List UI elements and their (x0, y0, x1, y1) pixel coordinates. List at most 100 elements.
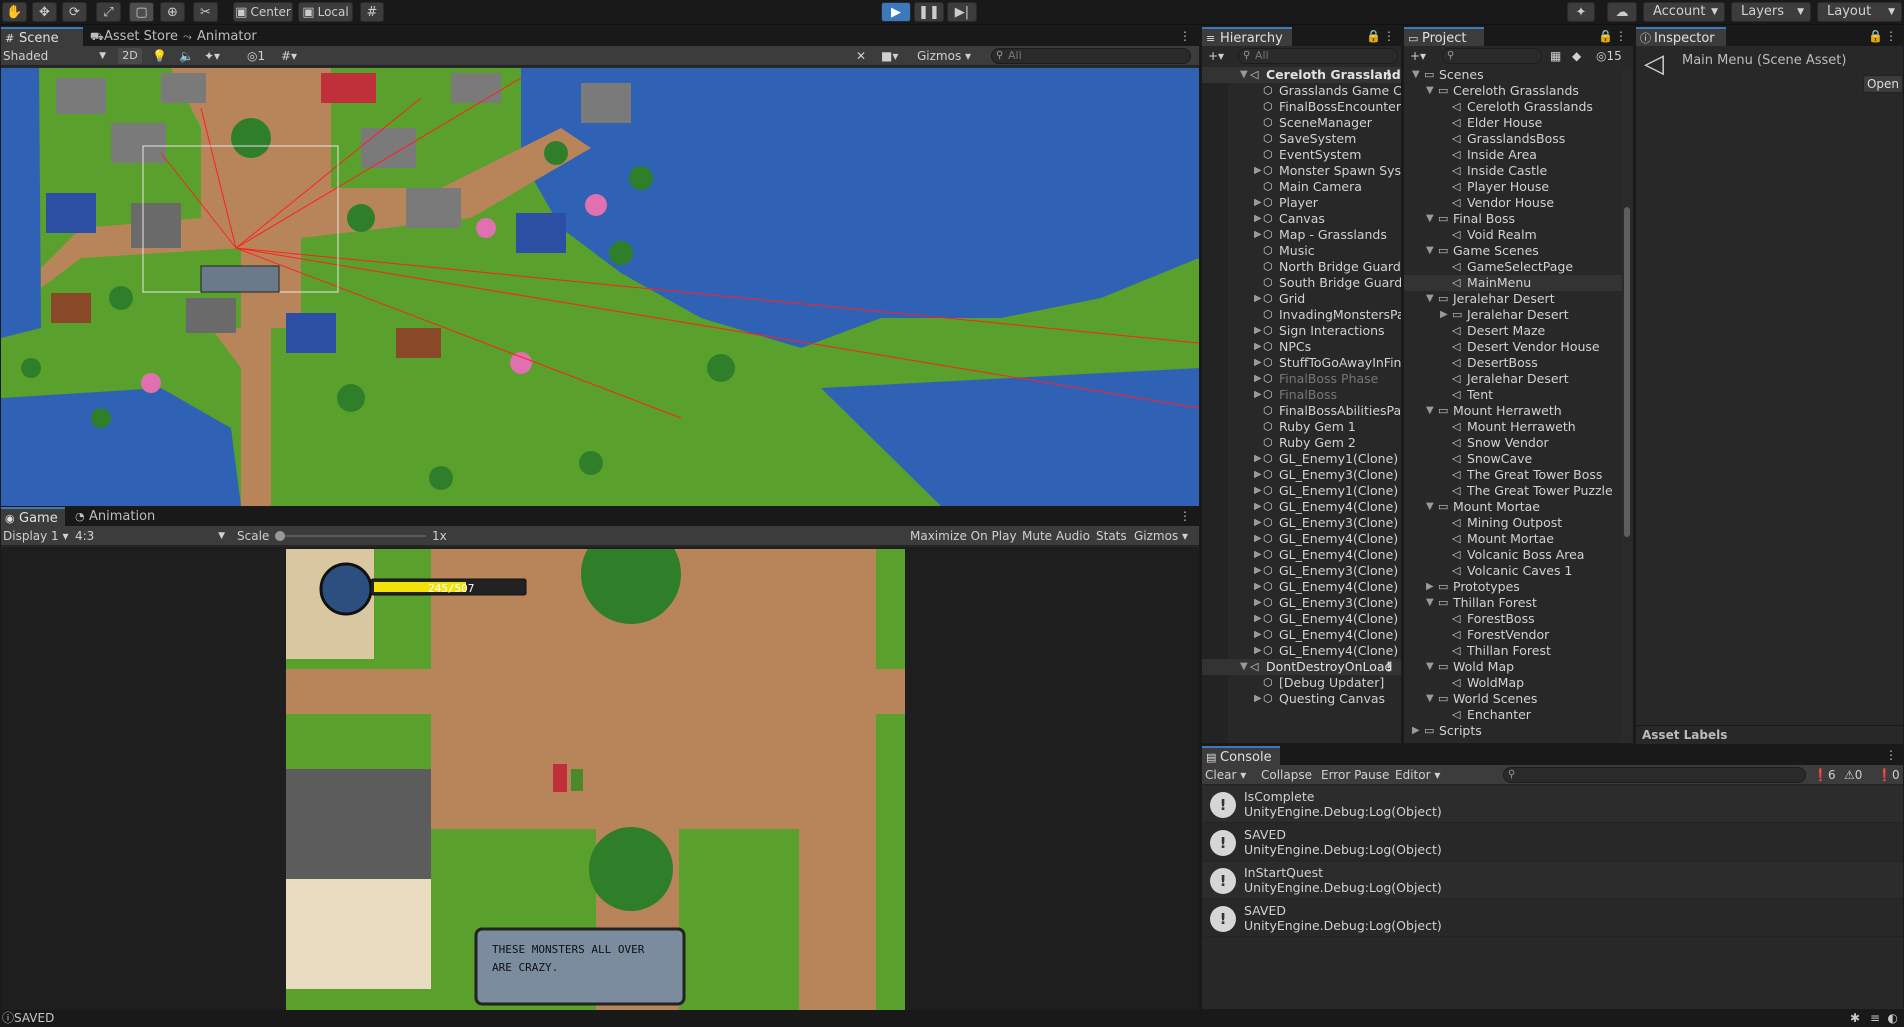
project-scene-item[interactable]: ◁ The Great Tower Puzzle (1404, 483, 1623, 499)
hierarchy-item[interactable]: ▶ ⬡ Grid (1202, 291, 1401, 307)
tab-project[interactable]: ▭ Project (1404, 27, 1484, 46)
hierarchy-item[interactable]: ▶ ⬡ Map - Grasslands (1202, 227, 1401, 243)
hierarchy-item[interactable]: ▶ ⬡ GL_Enemy3(Clone) (1202, 595, 1401, 611)
hierarchy-item[interactable]: ⬡ FinalBossEncounterC (1202, 99, 1401, 115)
autogen-lighting-icon[interactable]: ◐ (1888, 1010, 1898, 1027)
tools-icon[interactable]: ✕ (856, 46, 866, 66)
hierarchy-item[interactable]: ⬡ [Debug Updater] (1202, 675, 1401, 691)
chevron-down-icon[interactable]: ▼ (1426, 291, 1434, 307)
move-tool-icon[interactable]: ✥ (32, 2, 57, 22)
project-folder-item[interactable]: ▼ ▭ Thillan Forest (1404, 595, 1623, 611)
project-scene-item[interactable]: ◁ Volcanic Boss Area (1404, 547, 1623, 563)
chevron-right-icon[interactable]: ▶ (1254, 371, 1262, 387)
pivot-center-toggle[interactable]: ▣ Center (233, 2, 293, 22)
project-scene-item[interactable]: ◁ Vendor House (1404, 195, 1623, 211)
project-scene-item[interactable]: ◁ Desert Vendor House (1404, 339, 1623, 355)
grid-snap-icon[interactable]: # (360, 2, 384, 22)
transform-tool-icon[interactable]: ⊕ (160, 2, 185, 22)
project-scene-item[interactable]: ◁ Desert Maze (1404, 323, 1623, 339)
hierarchy-item[interactable]: ▶ ⬡ Questing Canvas (1202, 691, 1401, 707)
grid-toggle-icon[interactable]: #▾ (281, 46, 297, 66)
project-scene-item[interactable]: ◁ SnowCave (1404, 451, 1623, 467)
hierarchy-item[interactable]: ⬡ SaveSystem (1202, 131, 1401, 147)
hierarchy-item[interactable]: ▶ ⬡ FinalBoss Phase (1202, 371, 1401, 387)
project-scroll-thumb[interactable] (1624, 207, 1630, 537)
debug-icon[interactable]: ✱ (1850, 1010, 1860, 1027)
chevron-right-icon[interactable]: ▶ (1254, 691, 1262, 707)
gizmos-dropdown[interactable]: Gizmos ▾ (917, 46, 983, 66)
tab-asset-store[interactable]: ⛟ Asset Store (86, 27, 186, 46)
chevron-right-icon[interactable]: ▶ (1254, 323, 1262, 339)
hierarchy-item[interactable]: ▶ ⬡ GL_Enemy3(Clone) (1202, 563, 1401, 579)
project-scene-item[interactable]: ◁ Mount Herraweth (1404, 419, 1623, 435)
scene-menu-icon[interactable]: ⋮ (1383, 659, 1396, 675)
rect-tool-icon[interactable]: ▢ (129, 2, 154, 22)
audio-icon[interactable]: 🔈 (179, 46, 194, 66)
lighting-icon[interactable]: 💡 (152, 46, 167, 66)
cloud-icon[interactable]: ☁ (1607, 2, 1637, 22)
tab-game[interactable]: ◉ Game (1, 507, 65, 526)
project-scene-item[interactable]: ◁ Elder House (1404, 115, 1623, 131)
account-dropdown[interactable]: Account ▼ (1643, 2, 1725, 22)
chevron-right-icon[interactable]: ▶ (1254, 467, 1262, 483)
chevron-down-icon[interactable]: ▼ (1426, 243, 1434, 259)
step-button[interactable]: ▶| (947, 2, 977, 22)
gizmos-dropdown-game[interactable]: Gizmos ▾ (1134, 526, 1196, 546)
hand-tool-icon[interactable]: ✋ (2, 2, 27, 22)
collab-icon[interactable]: ✦ (1567, 2, 1595, 22)
hierarchy-item[interactable]: ⬡ FinalBossAbilitiesPare (1202, 403, 1401, 419)
console-search-input[interactable]: ⚲ (1503, 767, 1806, 783)
project-scene-item[interactable]: ◁ ForestBoss (1404, 611, 1623, 627)
hierarchy-item[interactable]: ▶ ⬡ GL_Enemy4(Clone) (1202, 579, 1401, 595)
chevron-down-icon[interactable]: ▼ (1426, 211, 1434, 227)
project-scene-item[interactable]: ◁ Inside Castle (1404, 163, 1623, 179)
stats-toggle[interactable]: Stats (1096, 526, 1127, 546)
chevron-right-icon[interactable]: ▶ (1412, 723, 1420, 739)
hierarchy-item[interactable]: ⬡ Main Camera (1202, 179, 1401, 195)
project-scene-item[interactable]: ◁ Cereloth Grasslands (1404, 99, 1623, 115)
chevron-right-icon[interactable]: ▶ (1254, 563, 1262, 579)
lock-icon[interactable]: 🔒 (1366, 29, 1381, 43)
tab-hierarchy[interactable]: ≡ Hierarchy (1202, 27, 1292, 46)
hierarchy-item[interactable]: ⬡ Grasslands Game Cor (1202, 83, 1401, 99)
tab-animator[interactable]: ⤳ Animator (179, 27, 279, 46)
game-viewport[interactable]: 245/507 THESE MONSTERS ALL OVER ARE CRAZ… (286, 549, 905, 1011)
hierarchy-item[interactable]: ▶ ⬡ GL_Enemy4(Clone) (1202, 531, 1401, 547)
shading-mode-dropdown[interactable]: Shaded ▼ (3, 46, 108, 66)
hierarchy-item[interactable]: ▶ ⬡ GL_Enemy4(Clone) (1202, 643, 1401, 659)
project-folder-item[interactable]: ▶ ▭ Prototypes (1404, 579, 1623, 595)
tab-console[interactable]: ▤ Console (1202, 746, 1280, 765)
layers-dropdown[interactable]: Layers ▼ (1731, 2, 1811, 22)
hierarchy-item[interactable]: ▶ ⬡ GL_Enemy3(Clone) (1202, 515, 1401, 531)
project-scene-item[interactable]: ◁ GameSelectPage (1404, 259, 1623, 275)
mute-audio-toggle[interactable]: Mute Audio (1022, 526, 1090, 546)
warning-filter-toggle[interactable]: ⚠0 (1844, 765, 1862, 785)
hierarchy-item[interactable]: ⬡ Music (1202, 243, 1401, 259)
chevron-right-icon[interactable]: ▶ (1254, 531, 1262, 547)
console-log-entry[interactable]: ! IsComplete UnityEngine.Debug:Log(Object) (1202, 786, 1903, 823)
panel-menu-icon[interactable]: ⋮ (1179, 29, 1191, 43)
scene-viewport[interactable] (1, 68, 1199, 506)
project-scene-item[interactable]: ◁ DesertBoss (1404, 355, 1623, 371)
chevron-right-icon[interactable]: ▶ (1254, 387, 1262, 403)
effects-icon[interactable]: ✦▾ (204, 46, 220, 66)
hierarchy-item[interactable]: ▶ ⬡ Canvas (1202, 211, 1401, 227)
project-folder-item[interactable]: ▼ ▭ Final Boss (1404, 211, 1623, 227)
chevron-right-icon[interactable]: ▶ (1254, 195, 1262, 211)
chevron-right-icon[interactable]: ▶ (1254, 451, 1262, 467)
project-scene-item[interactable]: ◁ Volcanic Caves 1 (1404, 563, 1623, 579)
chevron-right-icon[interactable]: ▶ (1254, 291, 1262, 307)
chevron-down-icon[interactable]: ▼ (1426, 659, 1434, 675)
chevron-right-icon[interactable]: ▶ (1254, 579, 1262, 595)
error-pause-toggle[interactable]: Error Pause (1321, 765, 1389, 785)
hierarchy-item[interactable]: ▶ ⬡ GL_Enemy1(Clone) (1202, 483, 1401, 499)
chevron-down-icon[interactable]: ▼ (1426, 499, 1434, 515)
project-folder-item[interactable]: ▼ ▭ Cereloth Grasslands (1404, 83, 1623, 99)
hierarchy-item[interactable]: ▶ ⬡ GL_Enemy3(Clone) (1202, 467, 1401, 483)
hierarchy-item[interactable]: ⬡ North Bridge Guard (1202, 259, 1401, 275)
chevron-right-icon[interactable]: ▶ (1254, 643, 1262, 659)
custom-tool-icon[interactable]: ✂ (193, 2, 218, 22)
display-dropdown[interactable]: Display 1 ▾ (3, 526, 69, 546)
hierarchy-item[interactable]: ▶ ⬡ Player (1202, 195, 1401, 211)
chevron-down-icon[interactable]: ▼ (1426, 403, 1434, 419)
